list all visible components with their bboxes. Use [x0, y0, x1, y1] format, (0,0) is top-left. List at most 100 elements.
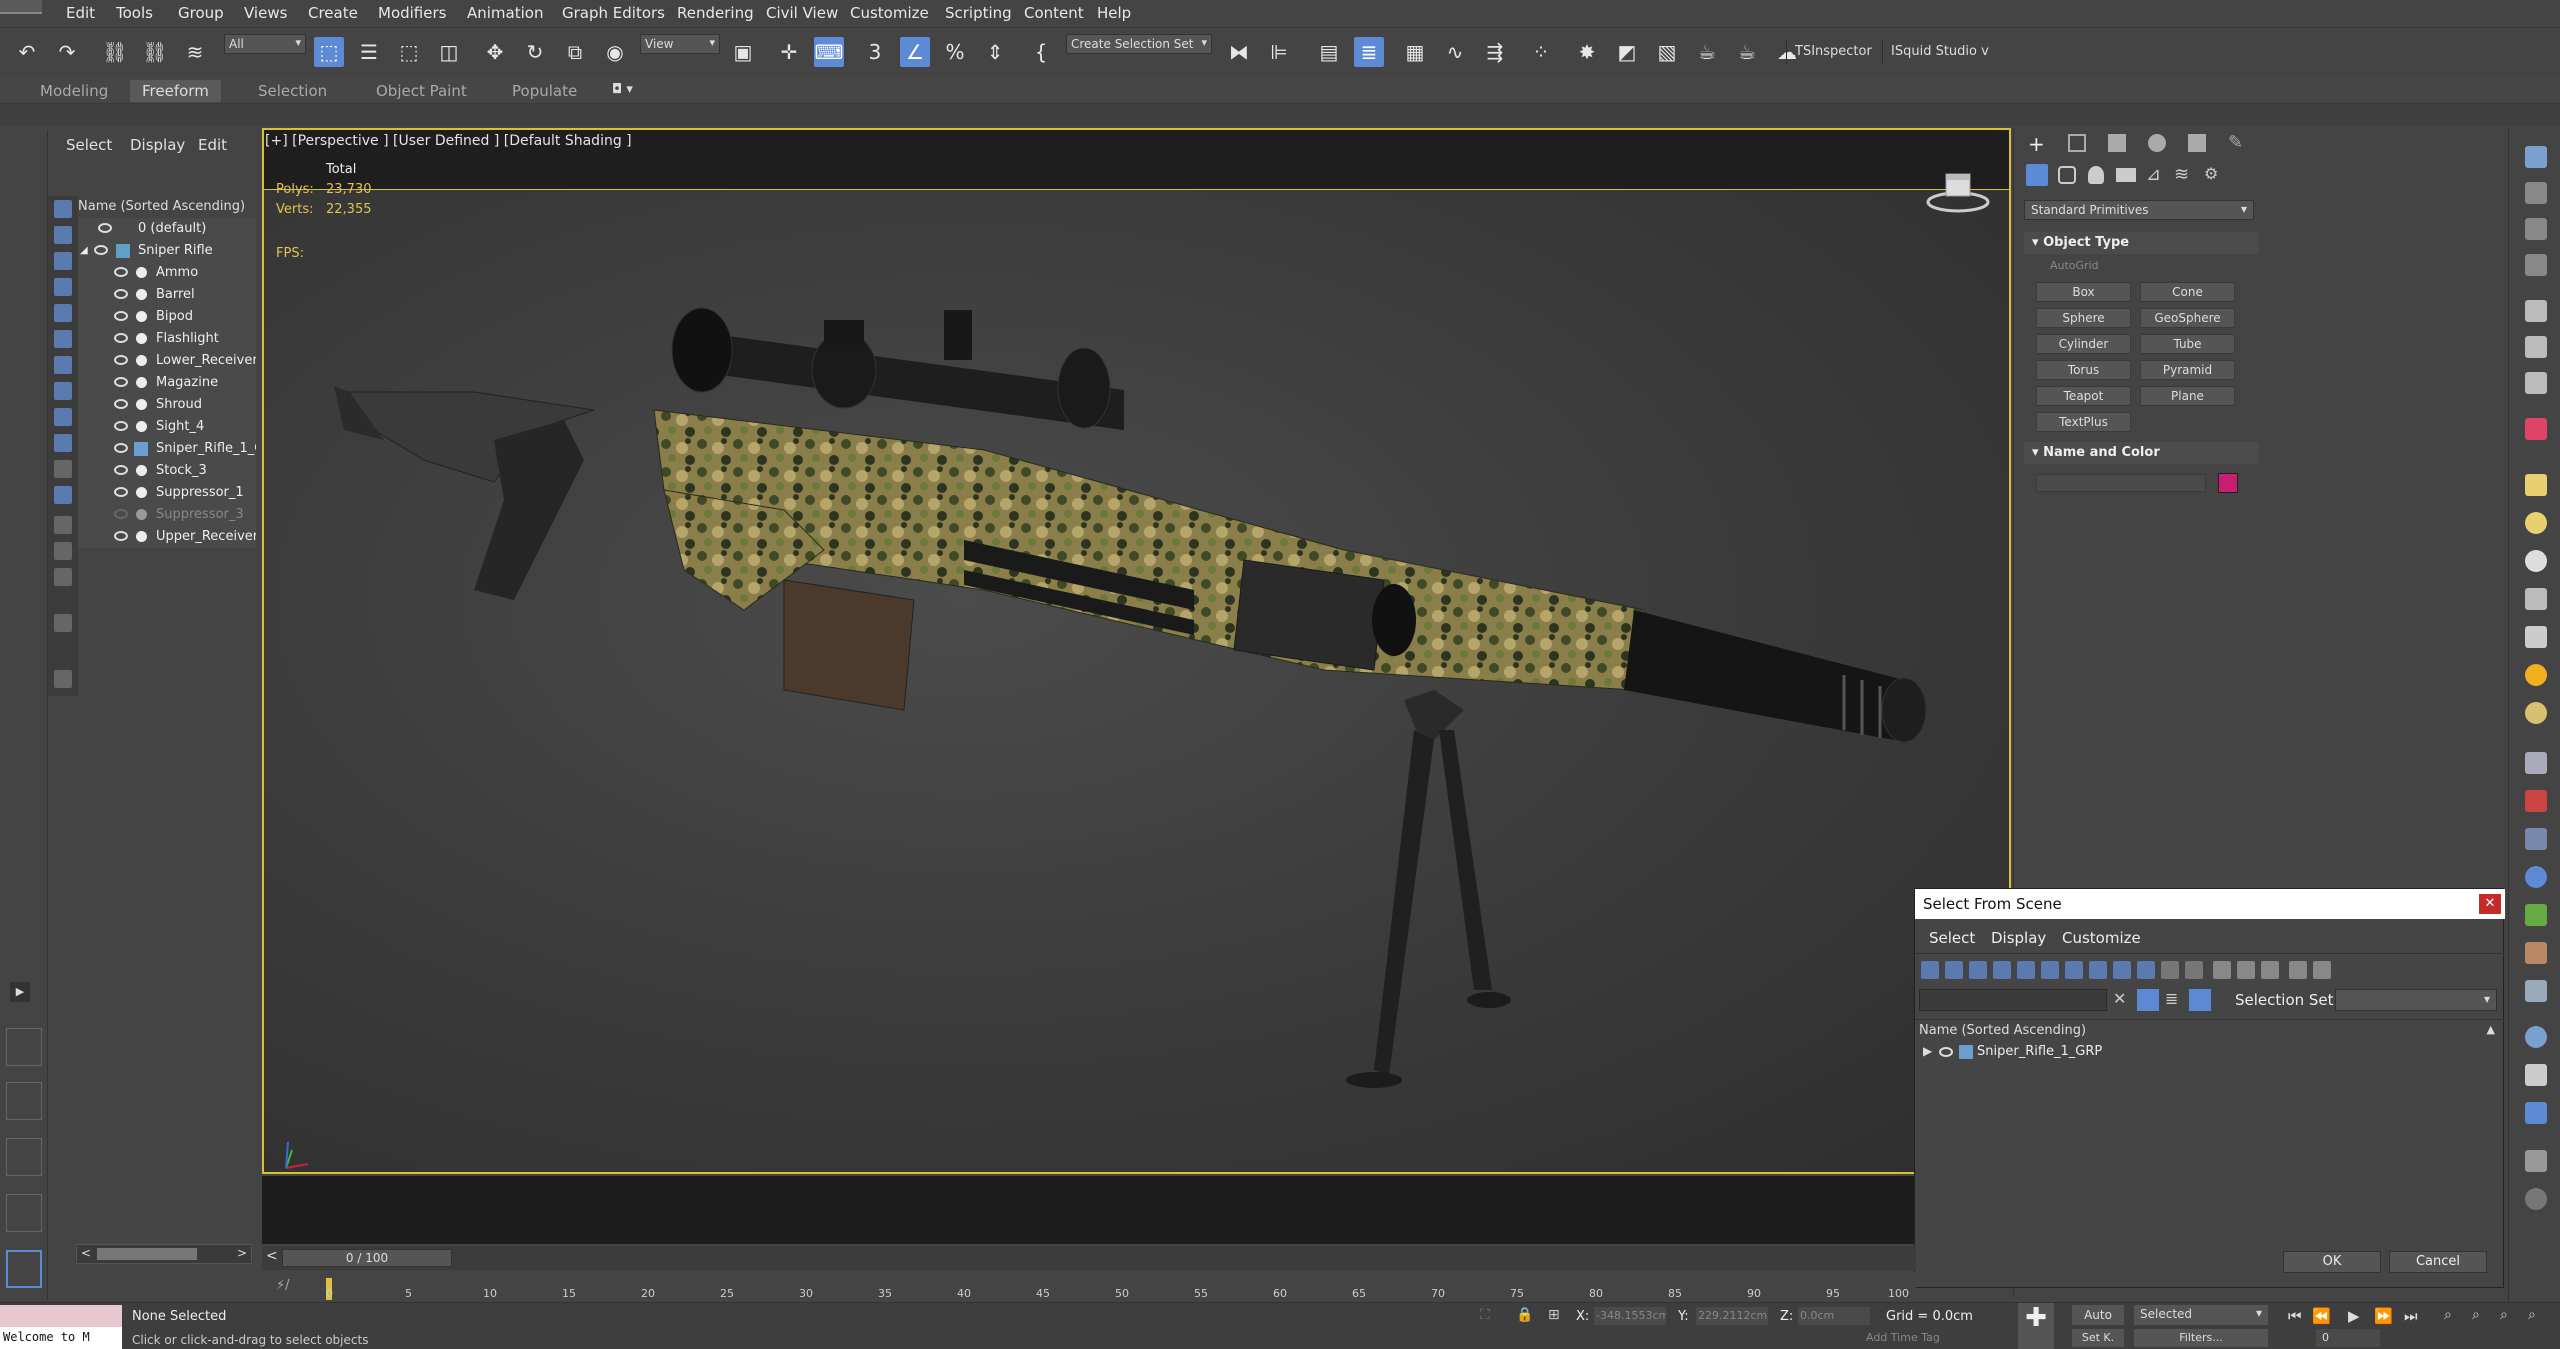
visibility-eye-icon[interactable] — [114, 443, 128, 453]
plane-button[interactable]: Plane — [2140, 386, 2235, 406]
clear-search-icon[interactable]: ✕ — [2113, 989, 2126, 1008]
filter-bones-icon[interactable] — [54, 408, 72, 426]
zoom-icon[interactable]: ⌕ — [2444, 1307, 2452, 1323]
menu-group[interactable]: Group — [178, 4, 224, 22]
visibility-eye-icon[interactable] — [114, 531, 128, 541]
isolate-selection-icon[interactable]: ⛶ — [1480, 1307, 1490, 1323]
collapse-arrow-icon[interactable]: ◢ — [80, 240, 88, 262]
right-tool-5-icon[interactable] — [2525, 300, 2547, 322]
filter-hidden-icon[interactable] — [2185, 961, 2203, 979]
filter-helpers-icon[interactable] — [2017, 961, 2035, 979]
selection-set-icon[interactable] — [54, 670, 72, 688]
filter-groups-icon[interactable] — [2065, 961, 2083, 979]
tree-item-sniper-rifle-grp[interactable]: Sniper_Rifle_1_G — [78, 438, 256, 460]
previous-frame-icon[interactable]: < — [266, 1248, 278, 1264]
filter-cameras-icon[interactable] — [1993, 961, 2011, 979]
zoom-all-icon[interactable]: ⌕ — [2472, 1307, 2480, 1323]
tree-item-ammo[interactable]: Ammo — [78, 262, 256, 284]
pivot-center-icon[interactable]: ▣ — [728, 37, 758, 67]
x-coordinate-field[interactable]: -348.1553cm — [1594, 1307, 1666, 1325]
tree-item-suppressor-3[interactable]: Suppressor_3 — [78, 504, 256, 526]
menu-edit[interactable]: Edit — [66, 4, 95, 22]
spinner-snap-icon[interactable]: ⇕ — [980, 37, 1010, 67]
tab-selection[interactable]: Selection — [246, 80, 339, 102]
right-tool-25-icon[interactable] — [2525, 1102, 2547, 1124]
tab-object-paint[interactable]: Object Paint — [364, 80, 479, 102]
tab-freeform[interactable]: Freeform — [130, 80, 221, 102]
menu-animation[interactable]: Animation — [467, 4, 543, 22]
name-color-rollout-header[interactable]: ▾ Name and Color — [2024, 442, 2259, 464]
app-logo-icon[interactable] — [0, 0, 42, 14]
y-coordinate-field[interactable]: 229.2112cm — [1696, 1307, 1768, 1325]
right-tool-21-icon[interactable] — [2525, 942, 2547, 964]
filter-xrefs-icon[interactable] — [54, 382, 72, 400]
menu-create[interactable]: Create — [308, 4, 358, 22]
tab-populate[interactable]: Populate — [500, 80, 589, 102]
right-tool-9-icon[interactable] — [2525, 474, 2547, 496]
tree-item-layer-default[interactable]: 0 (default) — [78, 218, 256, 240]
tube-button[interactable]: Tube — [2140, 334, 2235, 354]
display-tab-icon[interactable] — [2188, 134, 2206, 152]
maxscript-listener-top[interactable] — [0, 1305, 122, 1327]
right-tool-10-icon[interactable] — [2525, 512, 2547, 534]
explorer-menu-display[interactable]: Display — [130, 136, 185, 154]
rectangular-selection-icon[interactable]: ⬚ — [394, 37, 424, 67]
visibility-eye-icon[interactable] — [114, 487, 128, 497]
filter-frozen-icon[interactable] — [54, 460, 72, 478]
right-tool-13-icon[interactable] — [2525, 626, 2547, 648]
right-tool-8-icon[interactable] — [2525, 418, 2547, 440]
toggle-scene-explorer-icon[interactable]: ▤ — [1314, 37, 1344, 67]
visibility-eye-icon[interactable] — [98, 223, 112, 233]
filter-bones-icon[interactable] — [2113, 961, 2131, 979]
zoom-extents-icon[interactable]: ⌕ — [2500, 1307, 2508, 1323]
pyramid-button[interactable]: Pyramid — [2140, 360, 2235, 380]
filter-lights-icon[interactable] — [54, 252, 72, 270]
right-tool-4-icon[interactable] — [2525, 254, 2547, 276]
object-type-rollout-header[interactable]: ▾ Object Type — [2024, 232, 2259, 254]
ok-button[interactable]: OK — [2283, 1251, 2381, 1273]
filter-spacewarps-icon[interactable] — [2041, 961, 2059, 979]
menu-modifiers[interactable]: Modifiers — [378, 4, 446, 22]
scale-icon[interactable]: ⧉ — [560, 37, 590, 67]
explorer-horizontal-scrollbar[interactable]: < > — [76, 1244, 252, 1264]
visibility-eye-icon[interactable] — [94, 245, 108, 255]
expand-arrow-icon[interactable]: ▶ — [1923, 1044, 1932, 1058]
dialog-menu-display[interactable]: Display — [1991, 929, 2046, 947]
right-tool-17-icon[interactable] — [2525, 790, 2547, 812]
render-setup-icon[interactable]: ◩ — [1612, 37, 1642, 67]
spacewarps-icon[interactable]: ≋ — [2174, 164, 2189, 185]
cancel-button[interactable]: Cancel — [2389, 1251, 2487, 1273]
dialog-close-icon[interactable]: ✕ — [2479, 894, 2501, 914]
right-tool-18-icon[interactable] — [2525, 828, 2547, 850]
dialog-title-bar[interactable]: Select From Scene — [1915, 889, 2505, 919]
zoom-extents-all-icon[interactable]: ⌕ — [2528, 1307, 2536, 1323]
placement-icon[interactable]: ◉ — [600, 37, 630, 67]
geosphere-button[interactable]: GeoSphere — [2140, 308, 2235, 328]
viewport-layout-5-icon[interactable] — [6, 1250, 42, 1288]
select-by-name-icon[interactable]: ☰ — [354, 37, 384, 67]
dialog-menu-select[interactable]: Select — [1929, 929, 1975, 947]
select-manipulate-icon[interactable]: ✛ — [774, 37, 804, 67]
sphere-button[interactable]: Sphere — [2036, 308, 2131, 328]
filter-shapes-icon[interactable] — [1945, 961, 1963, 979]
rendered-frame-window-icon[interactable]: ▧ — [1652, 37, 1682, 67]
explorer-menu-select[interactable]: Select — [66, 136, 112, 154]
tree-item-barrel[interactable]: Barrel — [78, 284, 256, 306]
expand-arrow-icon[interactable]: ▶ — [10, 982, 30, 1002]
snaps-toggle-icon[interactable]: 3 — [860, 37, 890, 67]
reference-coordinate-dropdown[interactable]: View — [640, 34, 720, 54]
menu-rendering[interactable]: Rendering — [677, 4, 754, 22]
tree-item-lower-receiver[interactable]: Lower_Receiver — [78, 350, 256, 372]
filter-xrefs-icon[interactable] — [2089, 961, 2107, 979]
motion-tab-icon[interactable] — [2148, 134, 2166, 152]
auto-key-button[interactable]: Auto — [2072, 1305, 2124, 1325]
filter-frozen-icon[interactable] — [2161, 961, 2179, 979]
scroll-right-icon[interactable]: > — [237, 1246, 247, 1260]
right-tool-20-icon[interactable] — [2525, 904, 2547, 926]
scrollbar-thumb[interactable] — [97, 1248, 197, 1260]
material-editor-icon[interactable]: ✸ — [1572, 37, 1602, 67]
menu-tools[interactable]: Tools — [116, 4, 153, 22]
filter-shapes-icon[interactable] — [54, 226, 72, 244]
find-case-sensitive-icon[interactable] — [2137, 989, 2159, 1011]
go-to-end-icon[interactable]: ⏭ — [2404, 1307, 2418, 1325]
